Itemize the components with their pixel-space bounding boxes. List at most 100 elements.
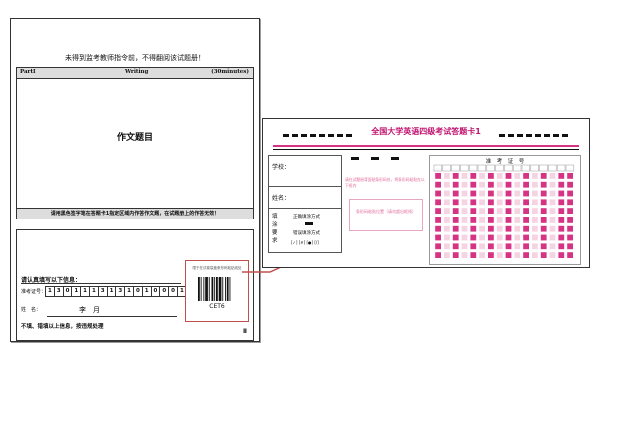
answer-bubble [549,234,556,241]
answer-bubble [444,181,450,188]
part-label: PartI [20,69,36,75]
accent-bar [273,145,579,147]
answer-bubble [505,199,512,206]
answer-bubble [532,243,538,250]
answer-bubble [496,173,503,179]
bubble-grid [433,164,575,258]
digit-entry-box [460,164,469,172]
timing-marks [283,134,353,137]
answer-bubble [514,190,521,197]
answer-bubble [488,190,494,197]
answer-bubble [479,208,485,214]
answer-bubble [558,190,565,197]
corner-mark: Ⅱ [243,328,247,335]
answer-bubble [461,208,468,214]
answer-bubble [540,208,547,214]
answer-bubble [523,181,529,188]
barcode-icon [198,277,231,301]
answer-bubble [461,199,468,206]
answer-bubble [558,217,565,223]
candidate-info-section: 请认真填写以下信息： 准考证号： 1301113131010001 姓 名： 李… [16,229,254,341]
barcode-code: CET6 [209,303,225,310]
answer-bubble [532,225,538,232]
answer-bubble [567,190,573,197]
digit-entry-box [530,164,539,172]
barcode-bar [198,277,200,301]
answer-bubble [505,181,512,188]
digit-entry-box [539,164,548,172]
answer-bubble [549,190,556,197]
barcode-bar [218,277,222,301]
answer-bubble [549,252,556,258]
answer-bubble [444,208,450,214]
answer-bubble [470,190,477,197]
answer-bubble [435,208,441,214]
answer-bubble [488,225,494,232]
answer-bubble [461,217,468,223]
answer-bubble [558,181,565,188]
answer-bubble [470,173,477,179]
timing-marks [499,134,569,137]
answer-bubble [532,252,538,258]
digit-entry-box [442,164,451,172]
answer-bubble [532,181,538,188]
answer-bubble [567,199,573,206]
section-label: Writing [125,69,149,75]
digit-entry-box [548,164,557,172]
digit-entry-box [565,164,575,172]
answer-bubble [479,190,485,197]
exam-number-grid: 准 考 证 号 [429,155,581,265]
answer-bubble [514,217,521,223]
answer-bubble [567,208,573,214]
answer-bubble [452,225,459,232]
answer-bubble [567,181,573,188]
answer-bubble [567,243,573,250]
answer-bubble [505,243,512,250]
barcode-bar [214,277,216,301]
answer-bubble [549,208,556,214]
time-label: (30minutes) [211,69,249,75]
answer-bubble [470,217,477,223]
answer-bubble [567,225,573,232]
essay-title: 作文题目 [116,133,153,143]
answer-bubble [540,190,547,197]
answer-bubble [488,199,494,206]
answer-bubble [452,208,459,214]
digit-entry-box [451,164,460,172]
answer-bubble [452,181,459,188]
barcode-bar [203,277,205,301]
card-info-panel: 学校： 姓名： 填涂要求 正确填涂方式 错误填涂方式 [✓] [✗] [●] [… [268,155,342,253]
answer-bubble [505,190,512,197]
wrong-fill-marks: [✓] [✗] [●] [/] [291,240,319,245]
answer-bubble [514,208,521,214]
answer-bubble [523,190,529,197]
barcode-bar [200,277,202,301]
answer-bubble [435,190,441,197]
answer-bubble [532,199,538,206]
fill-requirements-label: 填涂要求 [272,214,278,244]
answer-bubble [435,234,441,241]
answer-bubble [540,217,547,223]
divider [269,186,341,187]
answer-bubble [470,181,477,188]
answer-bubble [461,252,468,258]
answer-bubble [496,181,503,188]
answer-bubble [523,225,529,232]
answer-bubble [496,252,503,258]
answer-bubble [479,173,485,179]
answer-bubble [567,234,573,241]
answer-bubble [496,217,503,223]
answer-bubble [505,234,512,241]
answer-bubble [505,217,512,223]
answer-bubble [488,243,494,250]
correct-fill-mark [305,222,313,225]
answer-bubble [567,252,573,258]
card-name-label: 姓名： [272,195,291,202]
answer-bubble [549,217,556,223]
answer-bubble [558,199,565,206]
answer-bubble [523,199,529,206]
answer-bubble [435,199,441,206]
answer-bubble [540,243,547,250]
answer-bubble [514,252,521,258]
writing-section: PartI Writing (30minutes) 作文题目 请用黑色签字笔在答… [16,67,254,219]
